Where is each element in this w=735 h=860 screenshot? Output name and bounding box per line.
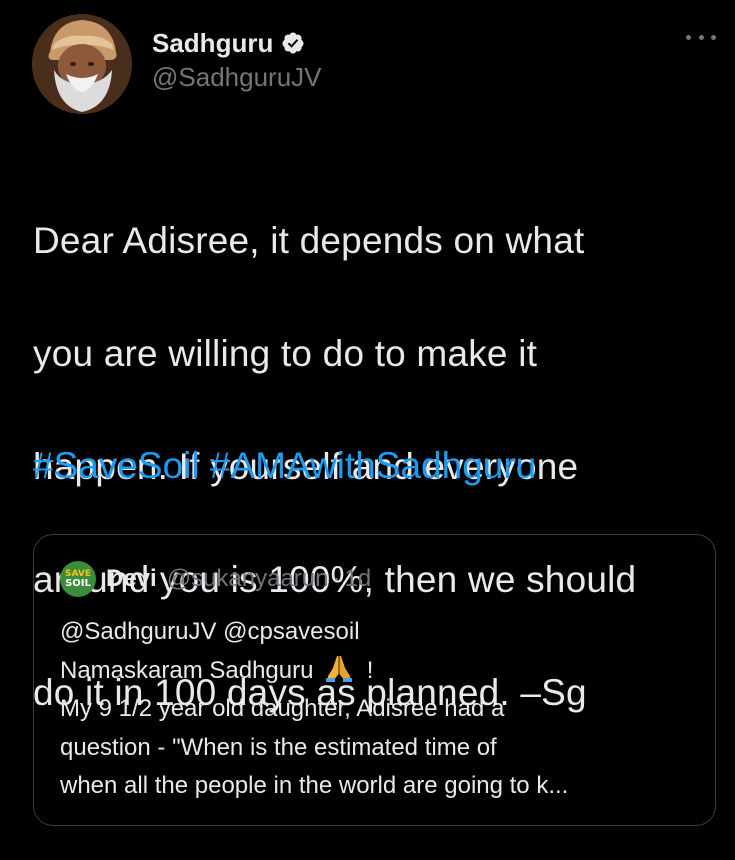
- quoted-author-avatar[interactable]: SAVE SOIL: [60, 561, 96, 597]
- quoted-author-name[interactable]: Devi: [106, 565, 157, 593]
- avatar-text-bottom: SOIL: [65, 578, 91, 589]
- hashtag-link[interactable]: #AMAwithSadhguru: [210, 445, 536, 486]
- folded-hands-icon: [326, 655, 353, 682]
- author-handle[interactable]: @SadhguruJV: [152, 62, 322, 93]
- hashtag-link[interactable]: #SaveSoil: [33, 445, 200, 486]
- quoted-tweet-header: SAVE SOIL Devi @sukanyaarun · 1d: [60, 561, 371, 597]
- greeting-end: !: [366, 656, 374, 684]
- quoted-timestamp[interactable]: 1d: [345, 565, 372, 593]
- display-name-row: Sadhguru: [152, 26, 322, 60]
- quoted-line-greeting: Namaskaram Sadhguru !: [60, 652, 700, 691]
- author-avatar[interactable]: [32, 14, 132, 114]
- tweet-text-line: Dear Adisree, it depends on what: [33, 219, 585, 261]
- tweet-text-line: you are willing to do to make it: [33, 332, 538, 374]
- quoted-line: My 9 1/2 year old daughter, Adisree had …: [60, 695, 505, 722]
- author-names: Sadhguru @SadhguruJV: [152, 26, 322, 93]
- more-options-icon[interactable]: [686, 30, 716, 44]
- separator-dot: ·: [332, 565, 341, 592]
- greeting-text: Namaskaram Sadhguru: [60, 656, 314, 684]
- quoted-tweet-body: @SadhguruJV @cpsavesoil Namaskaram Sadhg…: [60, 613, 700, 806]
- hashtags: #SaveSoil #AMAwithSadhguru: [33, 438, 536, 494]
- quoted-line: question - "When is the estimated time o…: [60, 733, 497, 761]
- quoted-author-handle[interactable]: @sukanyaarun: [167, 565, 329, 593]
- verified-badge-icon: [282, 32, 304, 54]
- author-display-name[interactable]: Sadhguru: [152, 28, 273, 59]
- quoted-tweet-card[interactable]: SAVE SOIL Devi @sukanyaarun · 1d @Sadhgu…: [33, 534, 716, 826]
- quoted-line: when all the people in the world are goi…: [60, 772, 569, 799]
- tweet-header: Sadhguru @SadhguruJV: [32, 14, 722, 114]
- quoted-line-mentions: @SadhguruJV @cpsavesoil: [60, 618, 360, 645]
